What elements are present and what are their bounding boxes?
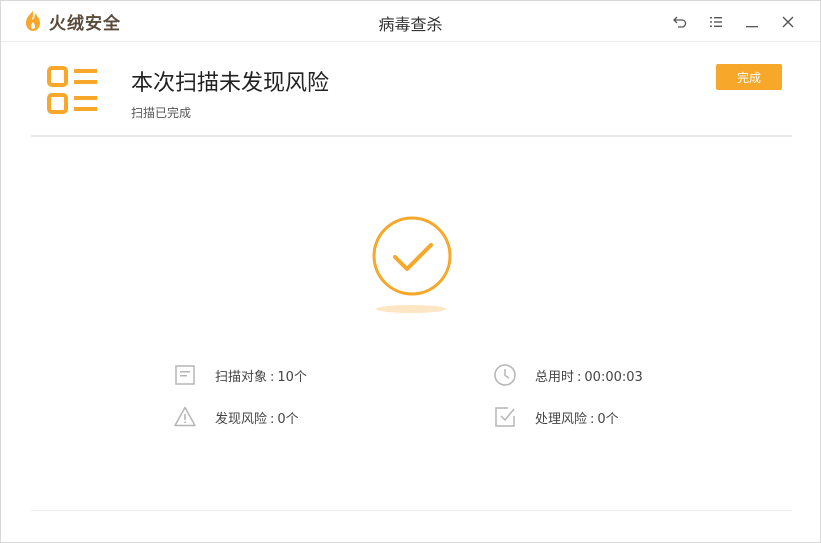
stat-risks-found: 发现风险:0个 [173,405,299,429]
result-subtitle: 扫描已完成 [131,106,192,120]
stat-value: 10个 [277,369,307,385]
checkbox-icon [495,407,515,427]
success-indicator [371,215,453,315]
close-button[interactable] [770,11,806,33]
window-controls [662,11,806,33]
check-circle-icon [372,216,452,296]
minimize-button[interactable] [734,11,770,33]
stat-total-time: 总用时:00:00:03 [493,363,643,387]
result-title: 本次扫描未发现风险 [131,71,330,96]
back-button[interactable] [662,11,698,33]
stat-risks-handled: 处理风险:0个 [493,405,619,429]
footer-divider [31,510,792,511]
minimize-icon [746,26,758,28]
stat-value: 0个 [597,411,619,427]
back-icon [673,16,687,28]
result-header: 本次扫描未发现风险 扫描已完成 完成 [31,41,792,137]
stat-label: 发现风险 [215,411,268,427]
report-list-icon [47,66,97,114]
app-window: 火绒安全 病毒查杀 本次扫描未发现风险 扫描已完成 完成 扫描对象: 10个 … [0,0,821,543]
stat-scan-objects: 扫描对象:10个 [173,363,307,387]
done-button[interactable]: 完成 [716,64,782,90]
warning-icon [174,406,196,427]
clock-icon [494,364,516,386]
stat-value: 0个 [277,411,299,427]
stat-label: 总用时 [535,369,575,385]
stat-label: 扫描对象 [215,369,268,385]
stat-label: 处理风险 [535,411,588,427]
close-icon [782,16,794,28]
menu-button[interactable] [698,11,734,33]
document-icon [175,365,195,385]
stat-value: 00:00:03 [584,369,643,385]
title-bar: 火绒安全 病毒查杀 [1,1,820,42]
check-shadow [376,305,446,313]
menu-icon [710,17,722,27]
